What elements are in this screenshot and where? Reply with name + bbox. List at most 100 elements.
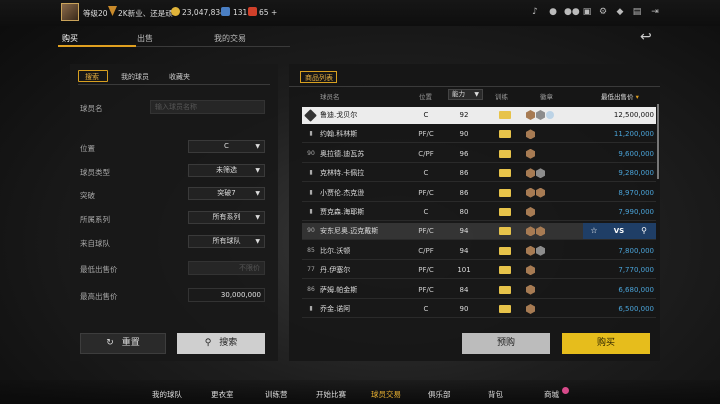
row-price: 6,500,000	[618, 305, 654, 313]
table-row[interactable]: 86 萨姆.帕金斯 PF/C 84 6,680,000	[302, 282, 656, 299]
nav-player-trade[interactable]: 球员交易	[371, 389, 401, 400]
badge-icon	[536, 245, 545, 256]
scrollbar[interactable]	[657, 104, 659, 179]
right-tab-divider	[289, 86, 660, 87]
badge-icon	[526, 187, 535, 198]
breakthrough-select[interactable]: 突破7 ▼	[188, 187, 265, 200]
table-row[interactable]: 鲁迪.戈贝尔 C 92 12,500,000	[302, 107, 656, 124]
search-icon: ⚲	[204, 338, 212, 348]
row-badges	[526, 284, 536, 296]
row-actions: ☆ VS ⚲	[583, 223, 656, 240]
series-value: 所有系列	[212, 213, 241, 221]
row-rating: 94	[459, 246, 469, 255]
reset-button[interactable]: ↻ 重置	[80, 333, 166, 354]
badge-icon	[526, 207, 535, 217]
back-arrow-icon[interactable]: ↩	[640, 30, 662, 44]
player-type-select[interactable]: 未筛选 ▼	[188, 164, 265, 177]
row-player-name: 鲁迪.戈贝尔	[320, 111, 358, 119]
player-name-input[interactable]: 输入球员名称	[150, 100, 265, 114]
tab-sell[interactable]: 出售	[137, 33, 153, 44]
left-tab-divider	[78, 84, 270, 85]
nav-start-game[interactable]: 开始比赛	[316, 389, 346, 400]
shield-icon[interactable]: ◆	[615, 7, 625, 17]
gear-icon[interactable]: ⚙	[598, 7, 608, 17]
signal-icon: ▮	[309, 130, 313, 138]
row-position: C	[423, 305, 429, 313]
badge-icon	[526, 168, 535, 179]
nav-club[interactable]: 俱乐部	[428, 389, 451, 400]
coin-count: 23,047,834	[182, 8, 225, 17]
row-player-name: 克林特.卡佩拉	[320, 169, 365, 178]
table-row[interactable]: ▮ 约翰.科林斯 PF/C 90 11,200,000	[302, 126, 656, 144]
header-name: 球员名	[320, 93, 340, 101]
row-player-name: 丹.伊塞尔	[320, 266, 351, 275]
chevron-down-icon: ▼	[255, 190, 260, 197]
max-price-input[interactable]: 30,000,000	[188, 288, 265, 302]
nav-my-team[interactable]: 我的球队	[152, 389, 182, 400]
row-rating: 101	[457, 266, 471, 275]
user-icon[interactable]: ●	[548, 7, 558, 17]
search-button[interactable]: ⚲ 搜索	[177, 333, 265, 354]
series-select[interactable]: 所有系列 ▼	[188, 211, 265, 224]
row-overall: 90	[307, 227, 315, 235]
nav-locker-room[interactable]: 更衣室	[211, 389, 234, 400]
avatar[interactable]	[61, 3, 79, 21]
points-icon	[248, 7, 257, 16]
row-position: PF/C	[418, 188, 434, 197]
table-row[interactable]: 85 比尔.沃顿 C/PF 94 7,800,000	[302, 243, 656, 260]
points-count: 65	[259, 8, 269, 17]
badge-icon	[526, 129, 535, 140]
breakthrough-value: 突破7	[217, 189, 236, 197]
store-badge-icon	[562, 387, 569, 394]
table-row[interactable]: ▮ 乔金.诺阿 C 90 6,500,000	[302, 301, 656, 318]
add-currency-button[interactable]: +	[271, 8, 277, 17]
table-row[interactable]: 90 奥拉德.迪瓦苏 C/PF 96 9,600,000	[302, 146, 656, 163]
train-icon	[499, 227, 511, 236]
chat-icon[interactable]: ▤	[632, 7, 642, 17]
row-player-name: 小贾伦.杰克逊	[320, 188, 365, 197]
ticket-icon	[221, 7, 230, 16]
row-badges	[526, 168, 546, 179]
row-position: C	[423, 208, 429, 216]
row-position: PF/C	[418, 227, 434, 236]
table-row[interactable]: ▮ 小贾伦.杰克逊 PF/C 86 8,970,000	[302, 185, 656, 202]
nav-backpack[interactable]: 背包	[488, 389, 503, 400]
reserve-button[interactable]: 预购	[462, 333, 550, 354]
tab-buy[interactable]: 购买	[62, 33, 78, 44]
tab-my-trades[interactable]: 我的交易	[214, 33, 246, 44]
row-badges	[526, 304, 536, 315]
chevron-down-icon: ▼	[255, 143, 260, 150]
row-price: 9,600,000	[618, 149, 654, 158]
table-row[interactable]: 90 安东尼奥.迈克戴斯 PF/C 94 ☆ VS ⚲	[302, 223, 656, 241]
row-player-name: 安东尼奥.迈克戴斯	[320, 227, 379, 236]
signal-icon: ▮	[309, 305, 313, 312]
compare-vs-button[interactable]: VS	[605, 223, 633, 239]
min-price-input[interactable]: 不限价	[188, 261, 265, 275]
team-select[interactable]: 所有球队 ▼	[188, 235, 265, 248]
player-type-label: 球员类型	[80, 168, 110, 177]
bell-icon[interactable]: ♪	[530, 7, 540, 17]
table-row[interactable]: ▮ 克林特.卡佩拉 C 86 9,280,000	[302, 165, 656, 183]
ticket-count: 131	[233, 8, 248, 17]
nav-training-camp[interactable]: 训练营	[265, 389, 288, 400]
badge-icon	[536, 226, 545, 237]
badge-icon	[526, 226, 535, 237]
exit-icon[interactable]: ⇥	[650, 7, 660, 17]
header-price[interactable]: 最低出售价 ▾	[601, 91, 639, 101]
position-select[interactable]: C ▼	[188, 140, 265, 153]
team-label: 来自球队	[80, 239, 110, 248]
message-icon[interactable]: ▣	[582, 7, 592, 17]
left-tab-search[interactable]: 搜索	[85, 72, 99, 82]
left-tab-favorites[interactable]: 收藏夹	[169, 72, 190, 82]
buy-button[interactable]: 购买	[562, 333, 650, 354]
favorite-star-icon[interactable]: ☆	[586, 223, 602, 239]
table-row[interactable]: ▮ 贾克森.海耶斯 C 80 7,990,000	[302, 204, 656, 221]
sort-select[interactable]: 能力 ▼	[448, 89, 483, 100]
left-tab-my-players[interactable]: 我的球员	[121, 72, 149, 82]
table-row[interactable]: 77 丹.伊塞尔 PF/C 101 7,770,000	[302, 262, 656, 280]
search-icon[interactable]: ⚲	[636, 223, 652, 239]
group-icon[interactable]: ●●	[564, 7, 580, 17]
header-train: 训练	[495, 93, 508, 101]
nav-store[interactable]: 商城	[544, 389, 559, 400]
row-rating: 84	[459, 285, 469, 294]
